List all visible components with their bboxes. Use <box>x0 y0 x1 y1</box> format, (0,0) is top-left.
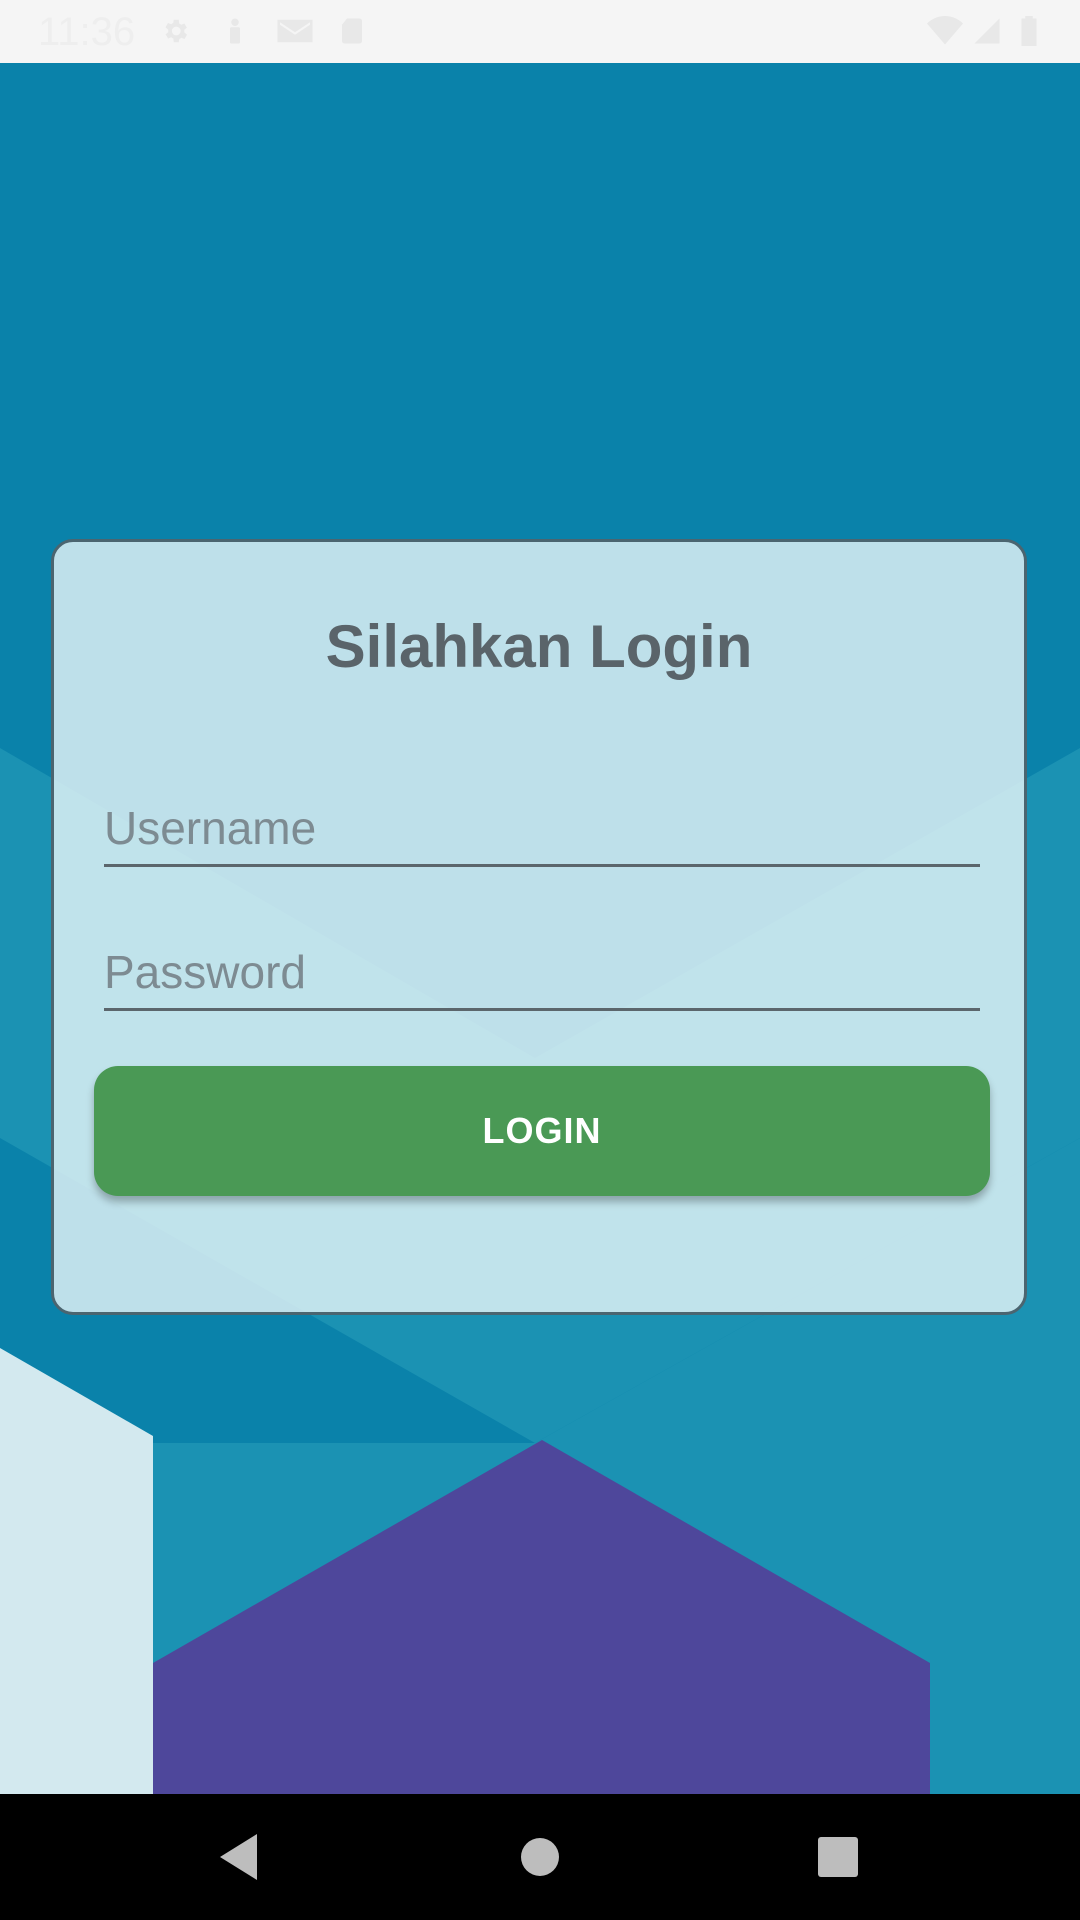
signal-icon <box>974 18 1000 44</box>
battery-icon <box>1021 16 1037 46</box>
gear-icon <box>165 19 187 43</box>
gmail-icon <box>277 19 313 43</box>
back-icon[interactable] <box>205 1822 275 1892</box>
home-icon[interactable] <box>505 1822 575 1892</box>
login-button[interactable]: LOGIN <box>94 1066 990 1196</box>
password-field[interactable] <box>104 936 980 1011</box>
status-bar: 11:36 <box>0 0 1080 63</box>
navigation-bar <box>0 1794 1080 1920</box>
sd-card-icon <box>342 18 362 44</box>
username-field[interactable] <box>104 792 980 867</box>
person-icon <box>230 18 240 44</box>
page-title: Silahkan Login <box>325 613 753 680</box>
recents-icon[interactable] <box>803 1822 873 1892</box>
wifi-icon <box>927 16 963 45</box>
login-card: Silahkan Login LOGIN <box>51 539 1027 1315</box>
status-time: 11:36 <box>38 10 136 54</box>
